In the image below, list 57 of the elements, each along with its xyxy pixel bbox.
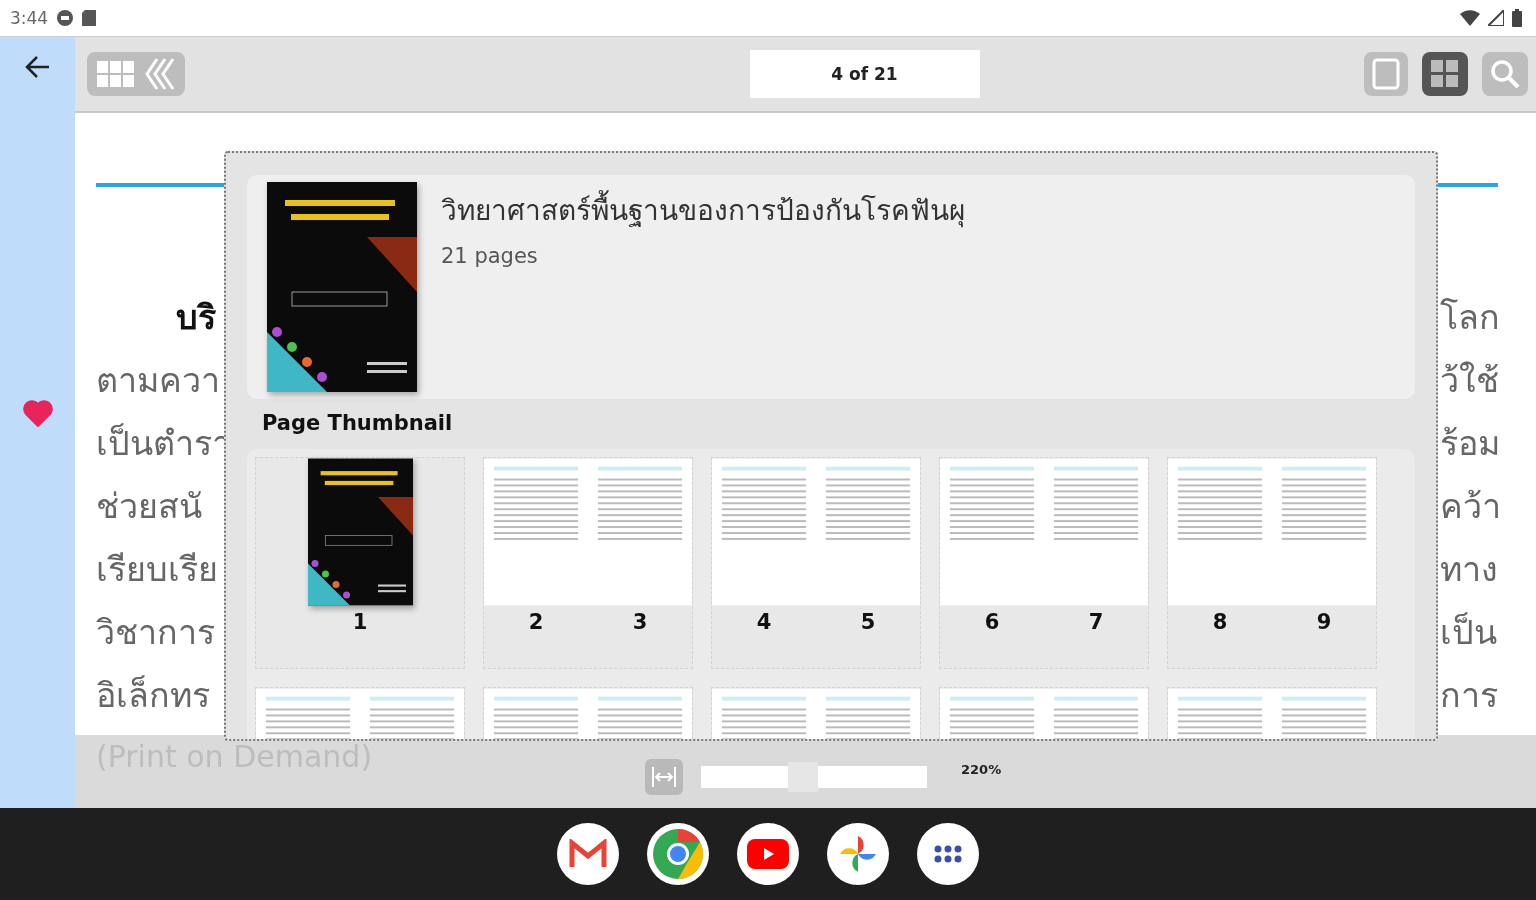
chevrons-left-icon (143, 57, 177, 91)
page-number: 5 (860, 610, 876, 634)
page-text: ว้ใช้ (1440, 358, 1498, 402)
sd-card-icon (82, 10, 97, 26)
thumbnail-item[interactable]: 2 3 (483, 457, 693, 669)
page-indicator-field[interactable]: 4 of 21 (749, 50, 980, 98)
status-time: 3:44 (10, 8, 49, 28)
page-text: เป็น (1440, 610, 1498, 654)
page-text: โลก (1440, 295, 1498, 339)
page-number: 3 (632, 610, 648, 634)
search-button[interactable] (1482, 52, 1528, 96)
search-icon (1490, 59, 1520, 89)
thumbnail-item[interactable]: 1 (255, 457, 465, 669)
heart-icon[interactable] (22, 399, 53, 427)
page-number: 4 (756, 610, 772, 634)
page-text: คว้า (1440, 484, 1498, 528)
wifi-icon (1460, 10, 1480, 26)
thumbnail-item[interactable]: 6 7 (939, 457, 1149, 669)
page-text: วิชาการ (96, 610, 216, 654)
page-number: 2 (528, 610, 544, 634)
back-arrow-icon[interactable] (24, 55, 51, 79)
grid-icon (1430, 59, 1460, 89)
browser-icon (652, 828, 704, 880)
page-number: 6 (984, 610, 1000, 634)
page-text: ตามควา (96, 358, 221, 402)
fit-width-button[interactable] (645, 758, 683, 795)
pinwheel-icon (838, 834, 878, 874)
book-title: วิทยาศาสตร์พื้นฐานของการป้องกันโรคฟันผุ (441, 188, 965, 232)
thumbnail-item[interactable]: 8 9 (1167, 457, 1377, 669)
fit-width-icon (651, 766, 677, 787)
thumbnail-item[interactable]: 4 5 (711, 457, 921, 669)
grid-view-button[interactable] (1422, 52, 1468, 96)
section-heading: Page Thumbnail (261, 410, 454, 437)
app-grid-icon (933, 844, 963, 864)
grid-icon (95, 59, 135, 89)
page-text: ทาง (1440, 547, 1498, 591)
page-count: 21 pages (441, 244, 539, 268)
page-text: การ (1440, 673, 1498, 717)
page-number: 8 (1212, 610, 1228, 634)
page-text: บริ (175, 295, 217, 339)
slider-thumb[interactable] (787, 761, 818, 792)
signal-icon (1488, 10, 1504, 26)
page-text: เรียบเรีย (96, 547, 219, 591)
mail-icon (569, 839, 607, 869)
zoom-reading: 220% (961, 762, 1002, 777)
page-text: อิเล็กทร (96, 673, 211, 717)
battery-icon (1512, 9, 1522, 27)
thumbnail-toggle-button[interactable] (87, 52, 185, 96)
notification-icon (56, 9, 75, 27)
page-text: ช่วยสนั (96, 484, 203, 528)
page-icon (1372, 58, 1400, 90)
page-number: 9 (1316, 610, 1332, 634)
page-number: 7 (1088, 610, 1104, 634)
video-play-icon (747, 839, 789, 869)
page-text: ร้อม (1440, 421, 1498, 465)
single-page-button[interactable] (1364, 52, 1408, 96)
page-number: 1 (352, 610, 368, 634)
